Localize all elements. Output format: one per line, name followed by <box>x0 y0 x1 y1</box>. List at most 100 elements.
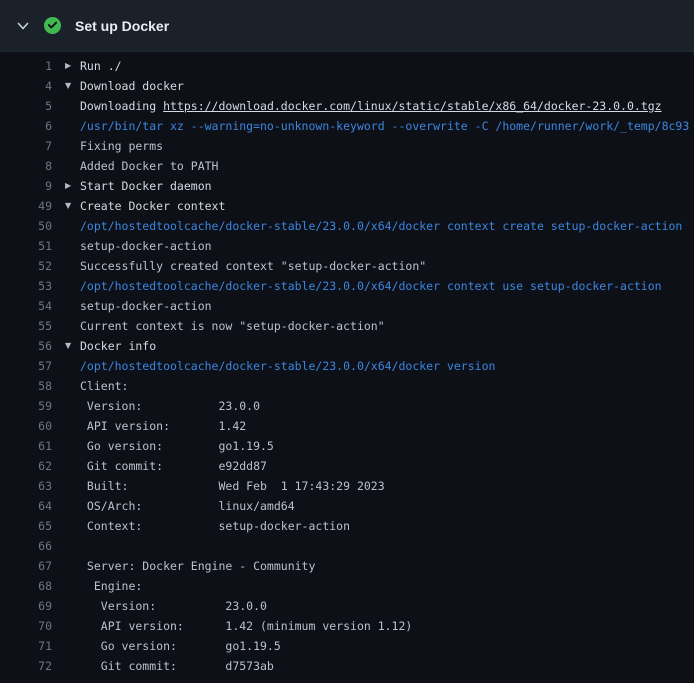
log-text: Git commit: d7573ab <box>80 656 274 676</box>
log-line-number[interactable]: 59 <box>0 396 52 416</box>
log-line: 68 Engine: <box>0 576 694 596</box>
log-line-number[interactable]: 1 <box>0 56 52 76</box>
log-line-number[interactable]: 51 <box>0 236 52 256</box>
marker-spacer <box>52 296 80 316</box>
log-line: 8 Added Docker to PATH <box>0 156 694 176</box>
log-line-number[interactable]: 54 <box>0 296 52 316</box>
log-text: Go version: go1.19.5 <box>80 436 274 456</box>
download-url-link[interactable]: https://download.docker.com/linux/static… <box>163 99 662 113</box>
log-line: 57/opt/hostedtoolcache/docker-stable/23.… <box>0 356 694 376</box>
log-line-number[interactable]: 9 <box>0 176 52 196</box>
log-text: /opt/hostedtoolcache/docker-stable/23.0.… <box>80 356 495 376</box>
log-line-number[interactable]: 67 <box>0 556 52 576</box>
log-lines: 1▶Run ./4▼Download docker5Downloading ht… <box>0 52 694 676</box>
log-text: /opt/hostedtoolcache/docker-stable/23.0.… <box>80 216 682 236</box>
log-line: 63 Built: Wed Feb 1 17:43:29 2023 <box>0 476 694 496</box>
log-line-number[interactable]: 52 <box>0 256 52 276</box>
log-line-number[interactable]: 60 <box>0 416 52 436</box>
log-line: 58 Client: <box>0 376 694 396</box>
log-line: 69 Version: 23.0.0 <box>0 596 694 616</box>
log-text: setup-docker-action <box>80 236 212 256</box>
success-check-icon <box>44 17 61 34</box>
log-line-number[interactable]: 62 <box>0 456 52 476</box>
log-line-number[interactable]: 72 <box>0 656 52 676</box>
step-title: Set up Docker <box>75 18 169 34</box>
log-line-number[interactable]: 57 <box>0 356 52 376</box>
log-line-number[interactable]: 5 <box>0 96 52 116</box>
marker-spacer <box>52 256 80 276</box>
log-text: Added Docker to PATH <box>80 156 218 176</box>
log-line-number[interactable]: 66 <box>0 536 52 556</box>
log-text: Built: Wed Feb 1 17:43:29 2023 <box>80 476 385 496</box>
log-line-number[interactable]: 7 <box>0 136 52 156</box>
log-group-row[interactable]: 56▼Docker info <box>0 336 694 356</box>
marker-spacer <box>52 456 80 476</box>
log-line-number[interactable]: 70 <box>0 616 52 636</box>
log-text: Successfully created context "setup-dock… <box>80 256 426 276</box>
log-text: Docker info <box>80 336 156 356</box>
log-line-number[interactable]: 55 <box>0 316 52 336</box>
log-line: 59 Version: 23.0.0 <box>0 396 694 416</box>
log-line-number[interactable]: 58 <box>0 376 52 396</box>
log-line-number[interactable]: 4 <box>0 76 52 96</box>
log-line: 7Fixing perms <box>0 136 694 156</box>
log-line-number[interactable]: 63 <box>0 476 52 496</box>
log-line: 53/opt/hostedtoolcache/docker-stable/23.… <box>0 276 694 296</box>
log-group-row[interactable]: 9▶Start Docker daemon <box>0 176 694 196</box>
log-text: Run ./ <box>80 56 122 76</box>
marker-spacer <box>52 496 80 516</box>
log-line-number[interactable]: 56 <box>0 336 52 356</box>
marker-spacer <box>52 556 80 576</box>
marker-spacer <box>52 316 80 336</box>
log-text: Version: 23.0.0 <box>80 396 260 416</box>
marker-spacer <box>52 536 80 556</box>
log-text: /usr/bin/tar xz --warning=no-unknown-key… <box>80 116 689 136</box>
log-line-number[interactable]: 68 <box>0 576 52 596</box>
log-text: OS/Arch: linux/amd64 <box>80 496 295 516</box>
log-line-number[interactable]: 64 <box>0 496 52 516</box>
log-group-row[interactable]: 4▼Download docker <box>0 76 694 96</box>
log-text: Server: Docker Engine - Community <box>80 556 315 576</box>
marker-spacer <box>52 96 80 116</box>
log-line: 51 setup-docker-action <box>0 236 694 256</box>
chevron-down-icon[interactable] <box>16 19 30 33</box>
log-group-row[interactable]: 49▼Create Docker context <box>0 196 694 216</box>
triangle-down-icon: ▼ <box>52 196 80 216</box>
log-line-number[interactable]: 61 <box>0 436 52 456</box>
log-line: 54 setup-docker-action <box>0 296 694 316</box>
actions-log-panel: Set up Docker 1▶Run ./4▼Download docker5… <box>0 0 694 683</box>
marker-spacer <box>52 596 80 616</box>
log-line-number[interactable]: 53 <box>0 276 52 296</box>
log-line-number[interactable]: 6 <box>0 116 52 136</box>
log-line-number[interactable]: 50 <box>0 216 52 236</box>
marker-spacer <box>52 236 80 256</box>
marker-spacer <box>52 136 80 156</box>
log-line-number[interactable]: 71 <box>0 636 52 656</box>
log-text: setup-docker-action <box>80 296 212 316</box>
marker-spacer <box>52 276 80 296</box>
log-line: 70 API version: 1.42 (minimum version 1.… <box>0 616 694 636</box>
marker-spacer <box>52 156 80 176</box>
log-line-number[interactable]: 69 <box>0 596 52 616</box>
log-line-number[interactable]: 8 <box>0 156 52 176</box>
log-text-prefix: Downloading <box>80 99 163 113</box>
log-line-number[interactable]: 65 <box>0 516 52 536</box>
log-line: 50/opt/hostedtoolcache/docker-stable/23.… <box>0 216 694 236</box>
log-line-number[interactable]: 49 <box>0 196 52 216</box>
log-group-row[interactable]: 1▶Run ./ <box>0 56 694 76</box>
step-header[interactable]: Set up Docker <box>0 0 694 52</box>
log-text: Go version: go1.19.5 <box>80 636 281 656</box>
triangle-right-icon: ▶ <box>52 56 80 76</box>
log-text: API version: 1.42 <box>80 416 246 436</box>
marker-spacer <box>52 356 80 376</box>
triangle-right-icon: ▶ <box>52 176 80 196</box>
marker-spacer <box>52 636 80 656</box>
log-line: 72 Git commit: d7573ab <box>0 656 694 676</box>
log-text: Client: <box>80 376 128 396</box>
marker-spacer <box>52 656 80 676</box>
marker-spacer <box>52 516 80 536</box>
log-line: 67 Server: Docker Engine - Community <box>0 556 694 576</box>
log-text: Create Docker context <box>80 196 225 216</box>
log-text: Start Docker daemon <box>80 176 212 196</box>
marker-spacer <box>52 116 80 136</box>
